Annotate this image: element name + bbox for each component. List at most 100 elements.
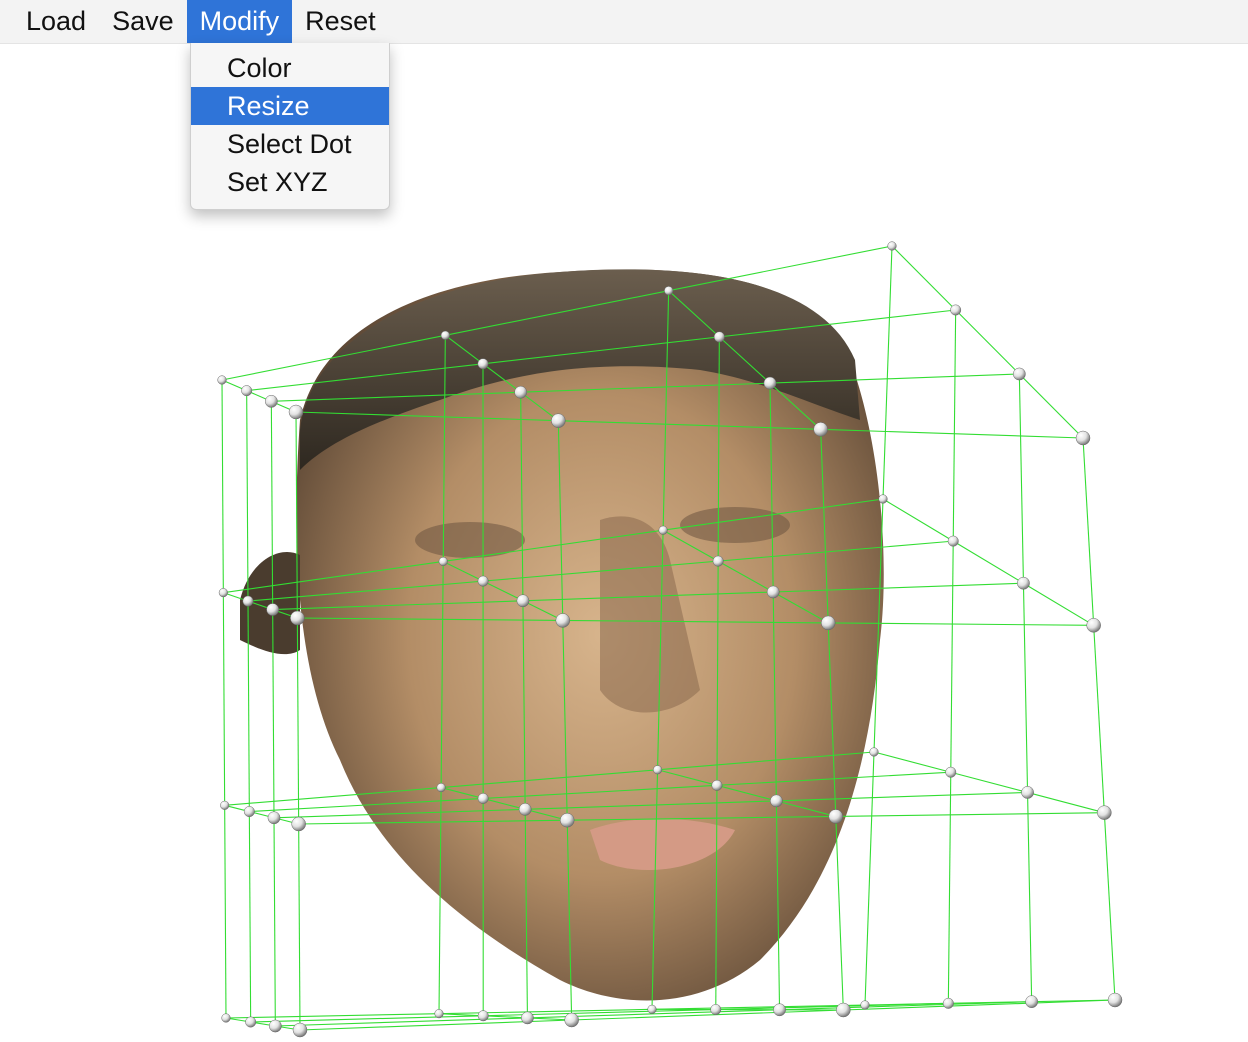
lattice-edge	[873, 751, 951, 773]
control-point-sphere[interactable]	[828, 809, 844, 824]
lattice-edge	[1093, 625, 1105, 813]
lattice-edge	[224, 805, 227, 1019]
control-point-sphere[interactable]	[869, 747, 879, 757]
control-point-sphere[interactable]	[516, 594, 530, 608]
control-point-sphere[interactable]	[217, 375, 227, 385]
lattice-edge	[221, 379, 224, 593]
control-point-sphere[interactable]	[766, 585, 780, 599]
control-point-sphere[interactable]	[647, 1004, 657, 1014]
control-point-sphere[interactable]	[434, 1009, 444, 1019]
control-point-sphere[interactable]	[813, 422, 828, 437]
control-point-sphere[interactable]	[290, 610, 305, 626]
control-point-sphere[interactable]	[436, 783, 446, 793]
modify-dropdown: Color Resize Select Dot Set XYZ	[190, 43, 390, 210]
control-point-sphere[interactable]	[267, 811, 281, 825]
menu-option-select-dot[interactable]: Select Dot	[191, 125, 389, 163]
control-point-sphere[interactable]	[763, 376, 777, 390]
lattice-edge	[955, 309, 1020, 375]
control-point-sphere[interactable]	[653, 765, 663, 775]
control-point-sphere[interactable]	[440, 330, 450, 340]
lattice-edge	[882, 498, 954, 542]
lattice-edge	[947, 772, 952, 1004]
lattice-edge	[1018, 373, 1084, 439]
menu-reset[interactable]: Reset	[292, 0, 389, 43]
control-point-sphere[interactable]	[773, 1003, 786, 1017]
control-point-sphere[interactable]	[947, 535, 959, 547]
control-point-sphere[interactable]	[220, 800, 230, 810]
lattice-edge	[1027, 792, 1033, 1002]
menu-load[interactable]: Load	[0, 0, 99, 43]
control-point-sphere[interactable]	[521, 1011, 534, 1025]
control-point-sphere[interactable]	[887, 241, 897, 251]
control-point-sphere[interactable]	[477, 575, 489, 587]
control-point-sphere[interactable]	[221, 1013, 231, 1023]
3d-viewport[interactable]	[0, 44, 1248, 1042]
control-point-sphere[interactable]	[292, 1022, 308, 1038]
menu-option-set-xyz[interactable]: Set XYZ	[191, 163, 389, 201]
control-point-sphere[interactable]	[218, 588, 228, 598]
control-point-sphere[interactable]	[664, 286, 674, 296]
control-point-sphere[interactable]	[245, 1016, 257, 1028]
control-point-sphere[interactable]	[658, 525, 668, 535]
lattice-edge	[668, 245, 893, 292]
control-point-sphere[interactable]	[551, 413, 566, 428]
menu-save[interactable]: Save	[99, 0, 187, 43]
lattice-edge	[273, 817, 276, 1027]
control-point-sphere[interactable]	[518, 802, 532, 816]
control-point-sphere[interactable]	[291, 816, 306, 832]
lattice-edge	[275, 1017, 528, 1027]
control-point-sphere[interactable]	[860, 1000, 870, 1010]
control-point-sphere[interactable]	[945, 766, 957, 778]
control-point-sphere[interactable]	[243, 806, 255, 818]
control-point-sphere[interactable]	[438, 556, 448, 566]
lattice-edge	[1103, 812, 1116, 1001]
control-point-sphere[interactable]	[477, 1010, 489, 1022]
lattice-edge	[1018, 373, 1024, 584]
control-point-sphere[interactable]	[712, 555, 724, 567]
control-point-sphere[interactable]	[1107, 992, 1123, 1008]
lattice-edge	[952, 309, 957, 542]
lattice-edge	[835, 816, 844, 1011]
control-point-sphere[interactable]	[1075, 430, 1091, 446]
control-point-sphere[interactable]	[820, 615, 836, 631]
control-point-sphere[interactable]	[710, 1004, 722, 1016]
lattice-edge	[891, 245, 957, 311]
lattice-edge	[950, 771, 1028, 793]
control-point-sphere[interactable]	[1025, 995, 1039, 1009]
control-point-sphere[interactable]	[264, 394, 278, 408]
menubar: Load Save Modify Reset	[0, 0, 1248, 44]
menu-modify[interactable]: Modify	[186, 0, 293, 43]
control-point-sphere[interactable]	[713, 331, 725, 343]
control-point-sphere[interactable]	[770, 794, 783, 808]
lattice-edge	[950, 541, 954, 773]
control-point-sphere[interactable]	[1017, 576, 1030, 590]
control-point-sphere[interactable]	[836, 1002, 851, 1018]
lattice-edge	[1027, 791, 1105, 814]
control-point-sphere[interactable]	[555, 613, 571, 628]
control-point-sphere[interactable]	[1021, 786, 1034, 799]
lattice-edge	[1023, 582, 1094, 626]
control-point-sphere[interactable]	[477, 358, 489, 370]
control-point-sphere[interactable]	[1012, 367, 1026, 381]
control-point-sphere[interactable]	[878, 494, 888, 504]
control-point-sphere[interactable]	[1097, 805, 1112, 820]
lattice-edge	[248, 811, 252, 1023]
control-point-sphere[interactable]	[477, 792, 489, 804]
control-point-sphere[interactable]	[242, 595, 254, 607]
menu-option-color[interactable]: Color	[191, 49, 389, 87]
lattice-edge	[864, 751, 875, 1006]
control-point-sphere[interactable]	[559, 812, 575, 828]
control-point-sphere[interactable]	[950, 304, 962, 316]
face-mesh	[240, 269, 884, 1001]
control-point-sphere[interactable]	[942, 997, 954, 1009]
control-point-sphere[interactable]	[241, 385, 253, 397]
menu-option-resize[interactable]: Resize	[191, 87, 389, 125]
control-point-sphere[interactable]	[514, 385, 528, 399]
control-point-sphere[interactable]	[268, 1019, 282, 1033]
control-point-sphere[interactable]	[564, 1012, 579, 1028]
control-point-sphere[interactable]	[1086, 618, 1101, 633]
control-point-sphere[interactable]	[711, 779, 723, 791]
lattice-edge	[438, 1008, 653, 1015]
control-point-sphere[interactable]	[288, 404, 304, 420]
control-point-sphere[interactable]	[266, 603, 280, 616]
